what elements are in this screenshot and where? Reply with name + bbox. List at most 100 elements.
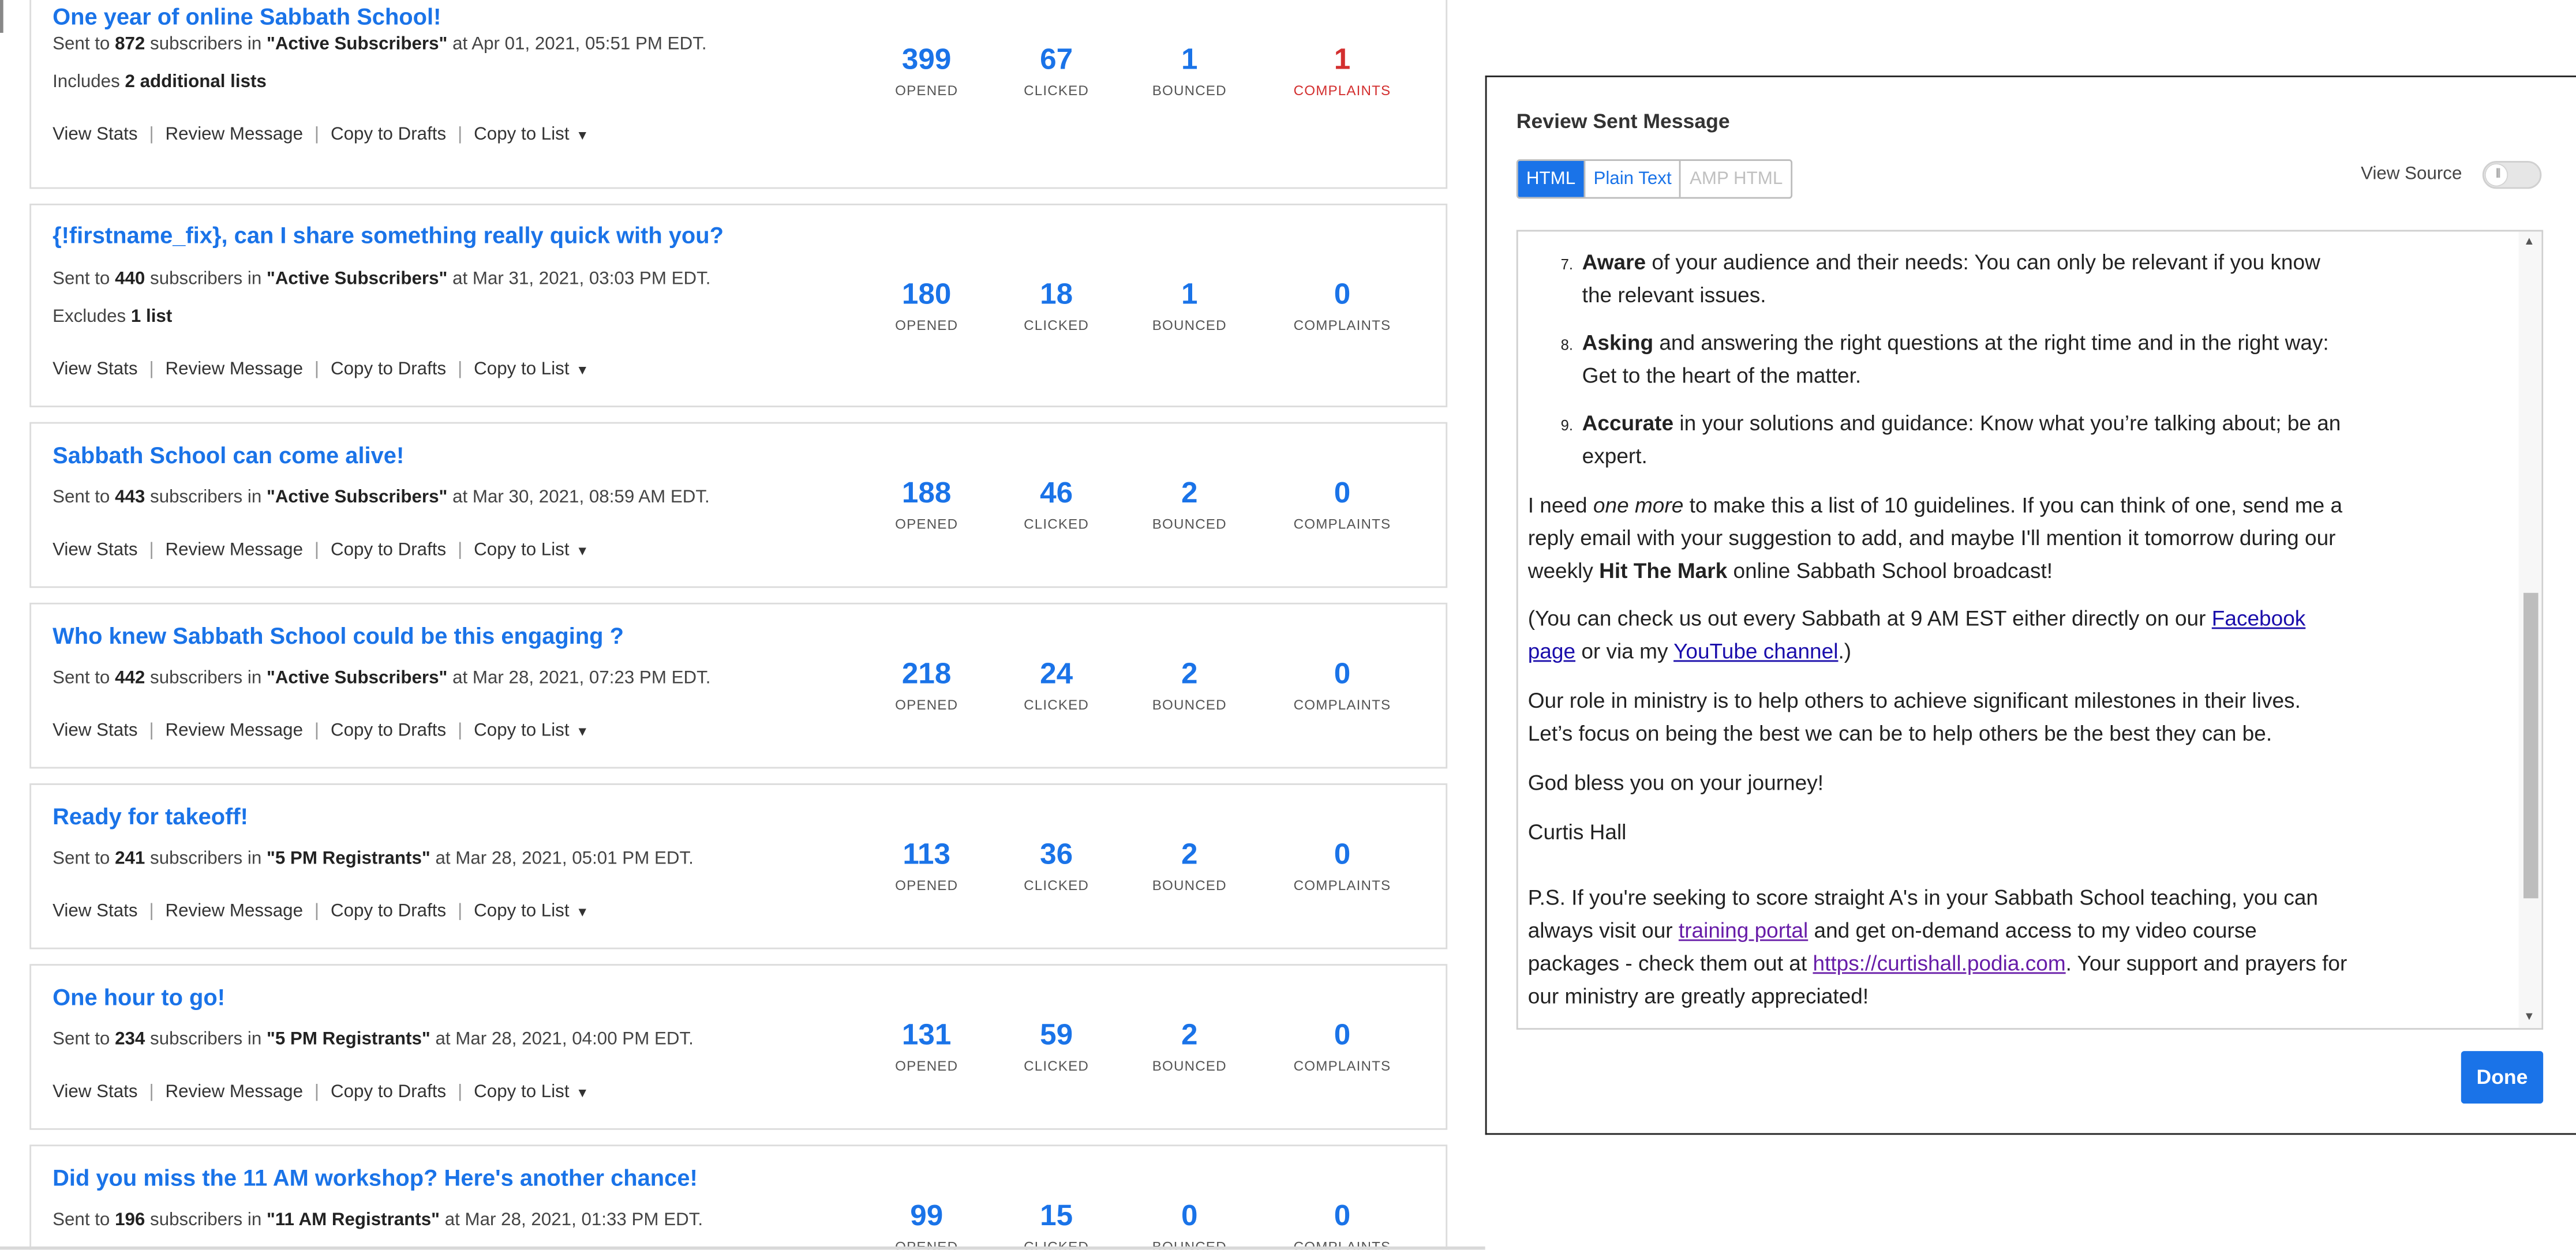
message-title-link[interactable]: {!firstname_fix}, can I share something … [53,222,724,248]
caret-down-icon: ▼ [575,724,589,740]
review-message-link[interactable]: Review Message [166,359,303,379]
stat-bounced: 2 BOUNCED [1124,657,1255,713]
review-sent-message-dialog: Review Sent Message HTML Plain Text AMP … [1485,75,2576,1135]
separator: | [314,540,320,560]
message-actions: View Stats | Review Message | Copy to Drafts… [53,902,589,921]
copy-to-drafts-link[interactable]: Copy to Drafts [331,125,446,144]
stat-value: 1 [1181,43,1198,76]
stat-label: CLICKED [1024,696,1089,713]
separator: | [458,125,463,145]
scrollbar[interactable]: ▲ ▼ [2518,231,2542,1028]
caret-down-icon: ▼ [575,128,589,143]
stat-complaints: 0 COMPLAINTS [1276,1199,1408,1249]
copy-to-list-dropdown[interactable]: Copy to List ▼ [474,902,589,921]
separator: | [314,902,320,922]
copy-to-drafts-link[interactable]: Copy to Drafts [331,1082,446,1102]
stat-value: 113 [903,837,951,870]
stat-label: OPENED [895,515,958,532]
stat-complaints: 0 COMPLAINTS [1276,476,1408,532]
view-stats-link[interactable]: View Stats [53,902,137,921]
message-preview[interactable]: 7. Aware of your audience and their need… [1516,230,2544,1030]
done-button[interactable]: Done [2461,1051,2544,1104]
copy-to-list-dropdown[interactable]: Copy to List ▼ [474,540,589,560]
stat-bounced: 2 BOUNCED [1124,476,1255,532]
copy-to-list-dropdown[interactable]: Copy to List ▼ [474,1082,589,1102]
item-text: and answering the right questions at the… [1582,330,2329,388]
message-title-link[interactable]: One hour to go! [53,984,225,1010]
copy-to-list-dropdown[interactable]: Copy to List ▼ [474,359,589,379]
tab-html[interactable]: HTML [1518,161,1586,197]
stat-value: 0 [1334,837,1351,870]
copy-to-drafts-link[interactable]: Copy to Drafts [331,540,446,560]
stat-label: COMPLAINTS [1293,82,1391,99]
training-portal-link[interactable]: training portal [1679,918,1808,943]
podia-link[interactable]: https://curtishall.podia.com [1813,951,2065,975]
scroll-down-icon[interactable]: ▼ [2523,1012,2535,1023]
review-message-link[interactable]: Review Message [166,1082,303,1102]
message-card: Did you miss the 11 AM workshop? Here's … [29,1144,1448,1250]
send-summary: Sent to 442 subscribers in "Active Subsc… [53,668,711,688]
item-bold: Aware [1582,249,1646,275]
stat-clicked: 15 CLICKED [991,1199,1122,1249]
stat-clicked: 46 CLICKED [991,476,1122,532]
view-stats-link[interactable]: View Stats [53,721,137,741]
message-title-link[interactable]: Sabbath School can come alive! [53,442,404,468]
stat-label: BOUNCED [1152,877,1227,894]
view-source-toggle[interactable]: |||| [2482,161,2542,189]
send-summary: Sent to 443 subscribers in "Active Subsc… [53,487,710,508]
view-stats-link[interactable]: View Stats [53,1082,137,1102]
message-card: {!firstname_fix}, can I share something … [29,204,1448,408]
list-filter-note: Excludes 1 list [53,307,173,327]
message-title-link[interactable]: Did you miss the 11 AM workshop? Here's … [53,1165,698,1191]
view-stats-link[interactable]: View Stats [53,359,137,379]
stat-value: 0 [1334,476,1351,509]
view-stats-link[interactable]: View Stats [53,540,137,560]
scrollbar-thumb[interactable] [2523,592,2538,899]
view-source-label: View Source [2361,164,2462,184]
text: or via my [1575,639,1674,664]
scroll-up-icon[interactable]: ▲ [2523,237,2535,248]
copy-to-list-dropdown[interactable]: Copy to List ▼ [474,721,589,741]
view-stats-link[interactable]: View Stats [53,125,137,144]
stat-value: 0 [1334,277,1351,311]
review-message-link[interactable]: Review Message [166,540,303,560]
copy-to-drafts-link[interactable]: Copy to Drafts [331,721,446,741]
stat-value: 67 [1040,43,1073,76]
stat-complaints: 0 COMPLAINTS [1276,1018,1408,1074]
message-actions: View Stats | Review Message | Copy to Drafts… [53,359,589,379]
copy-to-list-dropdown[interactable]: Copy to List ▼ [474,125,589,144]
message-card: Who knew Sabbath School could be this en… [29,602,1448,769]
toggle-grip-icon: |||| [2495,169,2502,179]
message-title-link[interactable]: Who knew Sabbath School could be this en… [53,622,624,649]
copy-to-drafts-link[interactable]: Copy to Drafts [331,902,446,921]
list-filter-note: Includes 2 additional lists [53,72,267,92]
stat-label: CLICKED [1024,82,1089,99]
stat-value: 46 [1040,476,1073,509]
message-title-link[interactable]: Ready for takeoff! [53,803,248,829]
separator: | [149,540,154,560]
message-card: Ready for takeoff! Sent to 241 subscriber… [29,783,1448,949]
divider [0,1246,1485,1250]
stat-bounced: 0 BOUNCED [1124,1199,1255,1249]
tab-amp-html[interactable]: AMP HTML [1681,161,1791,197]
message-actions: View Stats | Review Message | Copy to Drafts… [53,125,589,144]
stat-label: BOUNCED [1152,515,1227,532]
stat-value: 180 [901,277,952,311]
review-message-link[interactable]: Review Message [166,902,303,921]
tab-plain-text[interactable]: Plain Text [1585,161,1682,197]
stat-complaints: 1 COMPLAINTS [1276,43,1408,99]
message-card: One year of online Sabbath School! Sent t… [29,0,1448,189]
stat-complaints: 0 COMPLAINTS [1276,657,1408,713]
caret-down-icon: ▼ [575,904,589,920]
stat-bounced: 1 BOUNCED [1124,43,1255,99]
youtube-channel-link[interactable]: YouTube channel [1673,639,1838,663]
message-title-link[interactable]: One year of online Sabbath School! [53,3,441,30]
copy-to-drafts-link[interactable]: Copy to Drafts [331,359,446,379]
stat-value: 2 [1181,1018,1198,1052]
review-message-link[interactable]: Review Message [166,721,303,741]
stat-label: CLICKED [1024,877,1089,894]
separator: | [149,359,154,380]
stat-opened: 218 OPENED [861,657,993,713]
review-message-link[interactable]: Review Message [166,125,303,144]
separator: | [458,720,463,741]
